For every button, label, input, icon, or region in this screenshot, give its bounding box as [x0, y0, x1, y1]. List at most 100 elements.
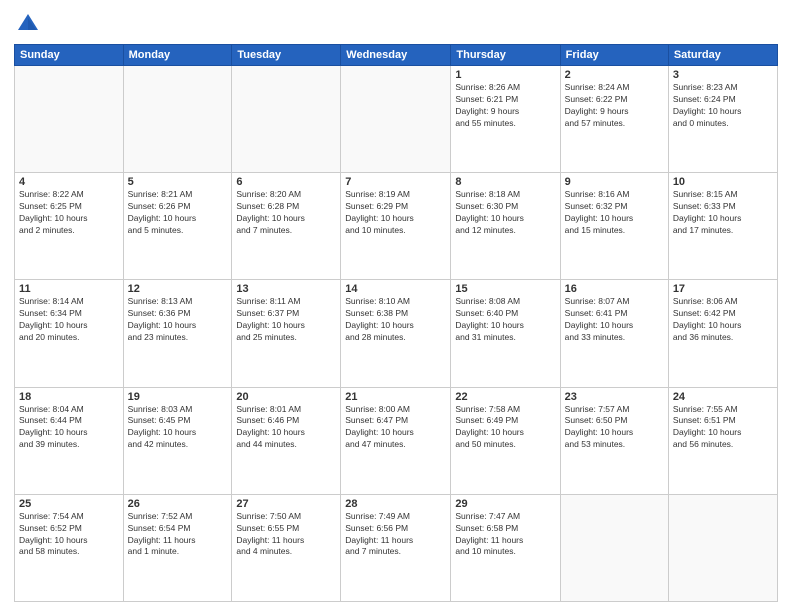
day-of-week-header: Tuesday	[232, 45, 341, 66]
day-info: Sunrise: 7:57 AM Sunset: 6:50 PM Dayligh…	[565, 404, 664, 452]
calendar-cell: 17Sunrise: 8:06 AM Sunset: 6:42 PM Dayli…	[668, 280, 777, 387]
calendar-cell: 20Sunrise: 8:01 AM Sunset: 6:46 PM Dayli…	[232, 387, 341, 494]
calendar-page: SundayMondayTuesdayWednesdayThursdayFrid…	[0, 0, 792, 612]
logo-icon	[14, 10, 42, 38]
day-number: 15	[455, 283, 555, 295]
day-number: 5	[128, 176, 228, 188]
calendar-cell: 3Sunrise: 8:23 AM Sunset: 6:24 PM Daylig…	[668, 66, 777, 173]
day-info: Sunrise: 7:52 AM Sunset: 6:54 PM Dayligh…	[128, 511, 228, 559]
day-info: Sunrise: 8:19 AM Sunset: 6:29 PM Dayligh…	[345, 189, 446, 237]
day-info: Sunrise: 8:08 AM Sunset: 6:40 PM Dayligh…	[455, 296, 555, 344]
calendar-cell: 22Sunrise: 7:58 AM Sunset: 6:49 PM Dayli…	[451, 387, 560, 494]
day-info: Sunrise: 8:15 AM Sunset: 6:33 PM Dayligh…	[673, 189, 773, 237]
calendar-cell: 23Sunrise: 7:57 AM Sunset: 6:50 PM Dayli…	[560, 387, 668, 494]
day-number: 24	[673, 391, 773, 403]
day-number: 1	[455, 69, 555, 81]
day-number: 21	[345, 391, 446, 403]
calendar-week-row: 25Sunrise: 7:54 AM Sunset: 6:52 PM Dayli…	[15, 494, 778, 601]
calendar-cell	[232, 66, 341, 173]
day-info: Sunrise: 7:58 AM Sunset: 6:49 PM Dayligh…	[455, 404, 555, 452]
calendar-cell	[15, 66, 124, 173]
day-number: 23	[565, 391, 664, 403]
day-info: Sunrise: 8:26 AM Sunset: 6:21 PM Dayligh…	[455, 82, 555, 130]
day-number: 28	[345, 498, 446, 510]
day-number: 7	[345, 176, 446, 188]
calendar-cell: 18Sunrise: 8:04 AM Sunset: 6:44 PM Dayli…	[15, 387, 124, 494]
day-of-week-header: Friday	[560, 45, 668, 66]
day-info: Sunrise: 8:22 AM Sunset: 6:25 PM Dayligh…	[19, 189, 119, 237]
calendar-week-row: 18Sunrise: 8:04 AM Sunset: 6:44 PM Dayli…	[15, 387, 778, 494]
calendar-cell: 8Sunrise: 8:18 AM Sunset: 6:30 PM Daylig…	[451, 173, 560, 280]
day-number: 10	[673, 176, 773, 188]
calendar-cell: 5Sunrise: 8:21 AM Sunset: 6:26 PM Daylig…	[123, 173, 232, 280]
calendar-cell: 9Sunrise: 8:16 AM Sunset: 6:32 PM Daylig…	[560, 173, 668, 280]
day-number: 14	[345, 283, 446, 295]
day-info: Sunrise: 8:04 AM Sunset: 6:44 PM Dayligh…	[19, 404, 119, 452]
day-number: 17	[673, 283, 773, 295]
day-info: Sunrise: 8:16 AM Sunset: 6:32 PM Dayligh…	[565, 189, 664, 237]
day-info: Sunrise: 8:06 AM Sunset: 6:42 PM Dayligh…	[673, 296, 773, 344]
day-info: Sunrise: 8:11 AM Sunset: 6:37 PM Dayligh…	[236, 296, 336, 344]
calendar-cell: 1Sunrise: 8:26 AM Sunset: 6:21 PM Daylig…	[451, 66, 560, 173]
day-info: Sunrise: 7:54 AM Sunset: 6:52 PM Dayligh…	[19, 511, 119, 559]
day-info: Sunrise: 8:10 AM Sunset: 6:38 PM Dayligh…	[345, 296, 446, 344]
calendar-week-row: 11Sunrise: 8:14 AM Sunset: 6:34 PM Dayli…	[15, 280, 778, 387]
day-number: 2	[565, 69, 664, 81]
calendar-cell: 2Sunrise: 8:24 AM Sunset: 6:22 PM Daylig…	[560, 66, 668, 173]
day-number: 26	[128, 498, 228, 510]
calendar-cell: 7Sunrise: 8:19 AM Sunset: 6:29 PM Daylig…	[341, 173, 451, 280]
calendar-cell: 10Sunrise: 8:15 AM Sunset: 6:33 PM Dayli…	[668, 173, 777, 280]
day-info: Sunrise: 8:14 AM Sunset: 6:34 PM Dayligh…	[19, 296, 119, 344]
calendar-cell: 15Sunrise: 8:08 AM Sunset: 6:40 PM Dayli…	[451, 280, 560, 387]
day-of-week-header: Wednesday	[341, 45, 451, 66]
day-number: 22	[455, 391, 555, 403]
day-number: 13	[236, 283, 336, 295]
calendar-cell: 19Sunrise: 8:03 AM Sunset: 6:45 PM Dayli…	[123, 387, 232, 494]
day-number: 27	[236, 498, 336, 510]
day-number: 12	[128, 283, 228, 295]
calendar-cell: 6Sunrise: 8:20 AM Sunset: 6:28 PM Daylig…	[232, 173, 341, 280]
calendar-cell: 4Sunrise: 8:22 AM Sunset: 6:25 PM Daylig…	[15, 173, 124, 280]
calendar-cell	[123, 66, 232, 173]
day-of-week-header: Thursday	[451, 45, 560, 66]
day-of-week-header: Monday	[123, 45, 232, 66]
calendar-cell: 12Sunrise: 8:13 AM Sunset: 6:36 PM Dayli…	[123, 280, 232, 387]
calendar-cell: 14Sunrise: 8:10 AM Sunset: 6:38 PM Dayli…	[341, 280, 451, 387]
day-number: 29	[455, 498, 555, 510]
day-info: Sunrise: 8:18 AM Sunset: 6:30 PM Dayligh…	[455, 189, 555, 237]
day-info: Sunrise: 7:47 AM Sunset: 6:58 PM Dayligh…	[455, 511, 555, 559]
logo	[14, 10, 46, 38]
day-number: 16	[565, 283, 664, 295]
day-info: Sunrise: 7:50 AM Sunset: 6:55 PM Dayligh…	[236, 511, 336, 559]
day-info: Sunrise: 8:20 AM Sunset: 6:28 PM Dayligh…	[236, 189, 336, 237]
day-info: Sunrise: 8:21 AM Sunset: 6:26 PM Dayligh…	[128, 189, 228, 237]
calendar-cell: 16Sunrise: 8:07 AM Sunset: 6:41 PM Dayli…	[560, 280, 668, 387]
calendar-cell	[668, 494, 777, 601]
day-number: 19	[128, 391, 228, 403]
day-info: Sunrise: 8:13 AM Sunset: 6:36 PM Dayligh…	[128, 296, 228, 344]
calendar-cell: 21Sunrise: 8:00 AM Sunset: 6:47 PM Dayli…	[341, 387, 451, 494]
day-of-week-header: Saturday	[668, 45, 777, 66]
calendar-cell: 27Sunrise: 7:50 AM Sunset: 6:55 PM Dayli…	[232, 494, 341, 601]
day-number: 3	[673, 69, 773, 81]
day-info: Sunrise: 8:01 AM Sunset: 6:46 PM Dayligh…	[236, 404, 336, 452]
day-info: Sunrise: 8:03 AM Sunset: 6:45 PM Dayligh…	[128, 404, 228, 452]
day-number: 20	[236, 391, 336, 403]
day-number: 11	[19, 283, 119, 295]
day-info: Sunrise: 8:00 AM Sunset: 6:47 PM Dayligh…	[345, 404, 446, 452]
calendar-cell: 29Sunrise: 7:47 AM Sunset: 6:58 PM Dayli…	[451, 494, 560, 601]
day-info: Sunrise: 7:49 AM Sunset: 6:56 PM Dayligh…	[345, 511, 446, 559]
day-number: 8	[455, 176, 555, 188]
calendar-cell	[560, 494, 668, 601]
day-number: 25	[19, 498, 119, 510]
header	[14, 10, 778, 38]
day-of-week-header: Sunday	[15, 45, 124, 66]
day-number: 4	[19, 176, 119, 188]
calendar-week-row: 1Sunrise: 8:26 AM Sunset: 6:21 PM Daylig…	[15, 66, 778, 173]
calendar-cell: 25Sunrise: 7:54 AM Sunset: 6:52 PM Dayli…	[15, 494, 124, 601]
calendar-cell: 11Sunrise: 8:14 AM Sunset: 6:34 PM Dayli…	[15, 280, 124, 387]
day-number: 18	[19, 391, 119, 403]
calendar-cell	[341, 66, 451, 173]
calendar-cell: 26Sunrise: 7:52 AM Sunset: 6:54 PM Dayli…	[123, 494, 232, 601]
calendar-cell: 24Sunrise: 7:55 AM Sunset: 6:51 PM Dayli…	[668, 387, 777, 494]
